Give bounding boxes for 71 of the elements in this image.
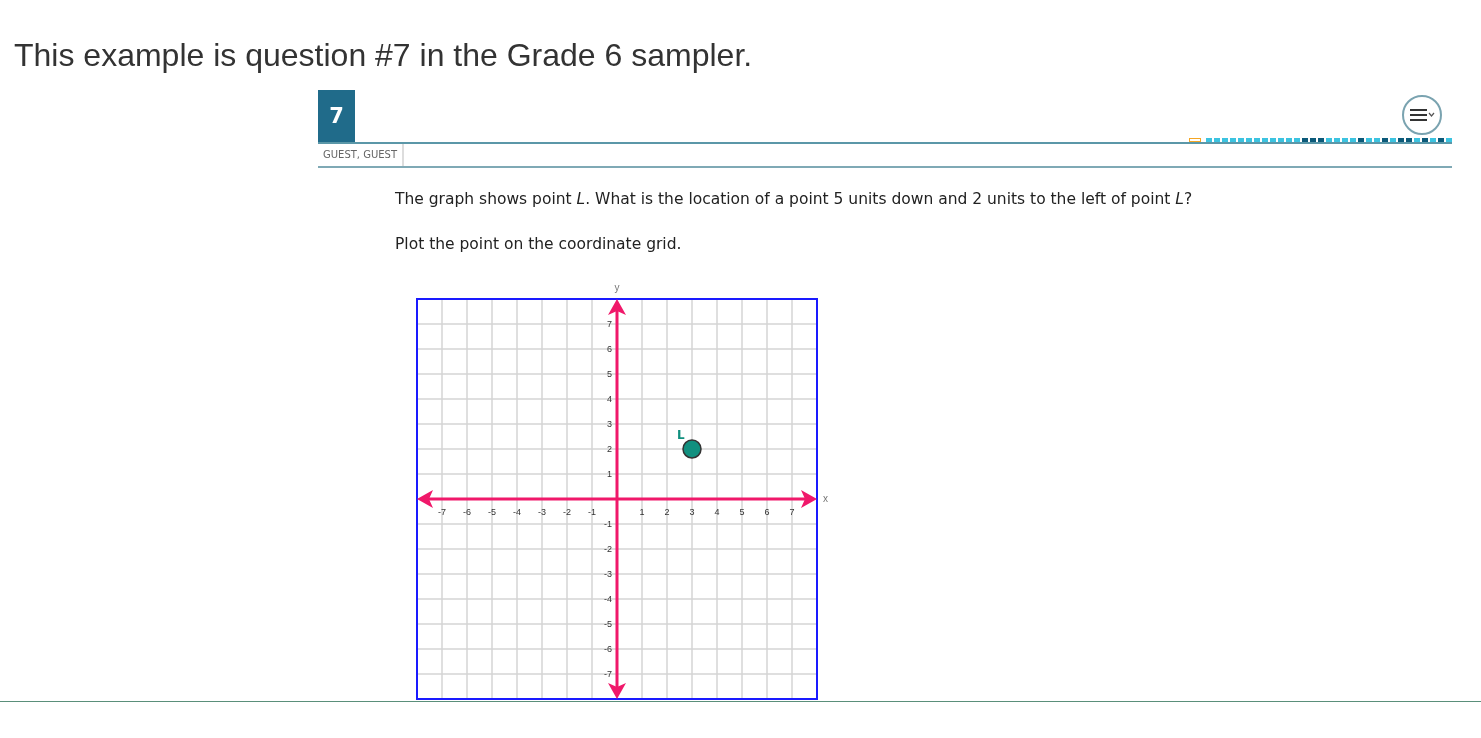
x-tick-label: -7 — [438, 507, 446, 517]
x-tick-label: -4 — [513, 507, 521, 517]
page-title: This example is question #7 in the Grade 6 sampler. — [14, 36, 754, 74]
y-axis-label: y — [614, 282, 620, 293]
y-tick-label: 2 — [607, 444, 612, 454]
y-tick-label: 6 — [607, 344, 612, 354]
y-tick-label: -1 — [604, 519, 612, 529]
point-label: L — [677, 428, 685, 442]
progress-marker[interactable] — [1278, 138, 1284, 142]
x-tick-label: 6 — [764, 507, 770, 517]
y-tick-label: -6 — [604, 644, 612, 654]
question-number: 7 — [318, 90, 355, 142]
y-tick-label: -7 — [604, 669, 612, 679]
menu-button[interactable] — [1402, 95, 1442, 135]
menu-icon — [1409, 108, 1435, 122]
progress-marker[interactable] — [1310, 138, 1316, 142]
progress-marker[interactable] — [1366, 138, 1372, 142]
x-tick-label: 5 — [739, 507, 745, 517]
x-tick-label: -5 — [488, 507, 496, 517]
x-tick-label: 3 — [689, 507, 695, 517]
user-name: GUEST, GUEST — [318, 144, 405, 166]
question-text: The graph shows point L. What is the location of a point 5 units down and 2 units to the left of point L? — [395, 190, 1194, 208]
progress-marker[interactable] — [1390, 138, 1396, 142]
progress-marker[interactable] — [1206, 138, 1212, 142]
instruction-text: Plot the point on the coordinate grid. — [395, 235, 683, 253]
progress-marker[interactable] — [1398, 138, 1404, 142]
progress-marker[interactable] — [1230, 138, 1236, 142]
progress-marker[interactable] — [1334, 138, 1340, 142]
progress-marker[interactable] — [1326, 138, 1332, 142]
progress-marker[interactable] — [1294, 138, 1300, 142]
progress-marker[interactable] — [1262, 138, 1268, 142]
progress-marker[interactable] — [1302, 138, 1308, 142]
progress-marker[interactable] — [1406, 138, 1412, 142]
progress-marker[interactable] — [1222, 138, 1228, 142]
x-tick-label: -6 — [463, 507, 471, 517]
y-tick-label: 7 — [607, 319, 612, 329]
y-tick-label: 5 — [607, 369, 612, 379]
progress-marker[interactable] — [1238, 138, 1244, 142]
y-tick-label: 3 — [607, 419, 612, 429]
progress-marker[interactable] — [1414, 138, 1420, 142]
y-tick-label: -5 — [604, 619, 612, 629]
progress-marker[interactable] — [1430, 138, 1436, 142]
progress-marker[interactable] — [1214, 138, 1220, 142]
x-axis-label: x — [823, 493, 828, 504]
x-tick-label: -3 — [538, 507, 546, 517]
y-tick-label: -4 — [604, 594, 612, 604]
progress-marker[interactable] — [1318, 138, 1324, 142]
plotted-point[interactable] — [682, 439, 702, 459]
progress-marker[interactable] — [1350, 138, 1356, 142]
y-tick-label: 1 — [607, 469, 612, 479]
progress-marker[interactable] — [1246, 138, 1252, 142]
y-tick-label: -2 — [604, 544, 612, 554]
progress-marker[interactable] — [1374, 138, 1380, 142]
progress-marker[interactable] — [1342, 138, 1348, 142]
x-tick-label: 7 — [789, 507, 795, 517]
progress-marker[interactable] — [1358, 138, 1364, 142]
y-tick-label: -3 — [604, 569, 612, 579]
progress-marker[interactable] — [1254, 138, 1260, 142]
x-tick-label: -1 — [588, 507, 596, 517]
progress-marker[interactable] — [1286, 138, 1292, 142]
y-tick-label: 4 — [607, 394, 612, 404]
progress-marker[interactable] — [1382, 138, 1388, 142]
x-tick-label: 4 — [714, 507, 720, 517]
progress-marker[interactable] — [1422, 138, 1428, 142]
x-tick-label: -2 — [563, 507, 571, 517]
progress-marker[interactable] — [1189, 138, 1201, 142]
progress-marker[interactable] — [1446, 138, 1452, 142]
progress-marker[interactable] — [1270, 138, 1276, 142]
x-tick-label: 2 — [664, 507, 670, 517]
x-tick-label: 1 — [639, 507, 645, 517]
progress-marker[interactable] — [1438, 138, 1444, 142]
